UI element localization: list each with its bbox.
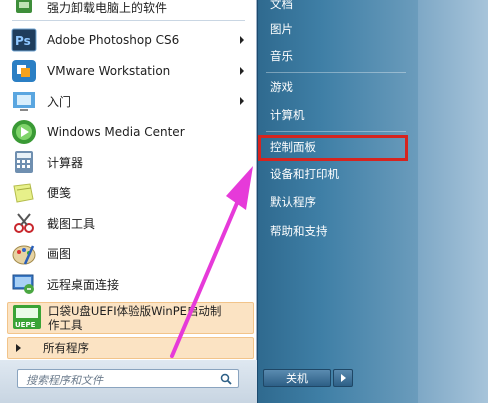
search-area: 搜索程序和文件: [0, 360, 257, 403]
triangle-right-icon: [340, 374, 346, 382]
chevron-right-icon: [240, 66, 244, 75]
snipping-tool-icon: [9, 210, 39, 236]
place-item-help-support[interactable]: 帮助和支持: [270, 221, 328, 241]
shutdown-button[interactable]: 关机: [263, 369, 331, 387]
program-label: 入门: [47, 94, 72, 109]
svg-text:Ps: Ps: [15, 34, 31, 48]
shutdown-label: 关机: [286, 372, 308, 385]
program-item-winpe-tool[interactable]: UEPE 口袋U盘UEFI体验版WinPE启动制 作工具: [7, 302, 254, 334]
search-icon[interactable]: [220, 373, 232, 385]
place-label: 音乐: [270, 49, 293, 63]
all-programs-label: 所有程序: [43, 341, 89, 355]
program-item-photoshop[interactable]: Ps Adobe Photoshop CS6: [4, 25, 253, 56]
program-label-line1: 口袋U盘UEFI体验版WinPE启动制: [48, 304, 222, 318]
place-item-default-programs[interactable]: 默认程序: [270, 192, 316, 212]
uninstall-icon: [9, 0, 39, 20]
program-item-media-center[interactable]: Windows Media Center: [4, 117, 253, 148]
winpe-tool-icon: UEPE: [12, 304, 42, 333]
program-label: 截图工具: [47, 216, 96, 231]
program-label: Adobe Photoshop CS6: [47, 33, 180, 48]
program-label: 口袋U盘UEFI体验版WinPE启动制 作工具: [48, 304, 221, 332]
program-label: 远程桌面连接: [47, 277, 120, 292]
svg-text:UEPE: UEPE: [15, 321, 36, 329]
remote-desktop-icon: [9, 271, 39, 297]
program-item-getting-started[interactable]: 入门: [4, 86, 253, 117]
program-item-calculator[interactable]: 计算器: [4, 147, 253, 178]
place-label: 图片: [270, 22, 293, 36]
program-item-remote-desktop[interactable]: 远程桌面连接: [4, 269, 253, 300]
chevron-right-icon: [240, 36, 244, 45]
program-label: 便笺: [47, 186, 72, 201]
program-label: VMware Workstation: [47, 63, 171, 78]
place-item-documents[interactable]: 文档: [270, 0, 293, 14]
start-menu-programs-pane: 强力卸载电脑上的软件 Ps Adobe Photoshop CS6 VMware…: [0, 0, 257, 403]
program-item-sticky-notes[interactable]: 便笺: [4, 178, 253, 209]
program-label: 计算器: [47, 155, 84, 170]
highlight-box: [258, 135, 408, 161]
place-item-devices-printers[interactable]: 设备和打印机: [270, 164, 339, 184]
paint-icon: [9, 241, 39, 267]
shutdown-options-button[interactable]: [333, 369, 353, 387]
program-label: 画图: [47, 247, 72, 262]
program-label: 强力卸载电脑上的软件: [47, 0, 168, 15]
place-item-music[interactable]: 音乐: [270, 46, 293, 66]
divider: [12, 20, 245, 21]
place-label: 游戏: [270, 80, 293, 94]
place-label: 文档: [270, 0, 293, 11]
place-item-games[interactable]: 游戏: [270, 77, 293, 97]
media-center-icon: [9, 119, 39, 145]
program-item-paint[interactable]: 画图: [4, 239, 253, 270]
program-item-snipping-tool[interactable]: 截图工具: [4, 208, 253, 239]
all-programs-button[interactable]: 所有程序: [7, 337, 254, 359]
pinned-programs-list: 强力卸载电脑上的软件 Ps Adobe Photoshop CS6 VMware…: [4, 0, 253, 300]
program-item-vmware[interactable]: VMware Workstation: [4, 56, 253, 87]
desktop-background: [418, 0, 488, 403]
start-menu-places-pane: 文档 图片 音乐 游戏 计算机 控制面板 设备和打印机 默认程序 帮助和支持: [258, 0, 418, 403]
place-label: 计算机: [270, 108, 305, 122]
chevron-right-icon: [240, 97, 244, 106]
vmware-icon: [9, 58, 39, 84]
program-label-line2: 作工具: [48, 318, 83, 332]
calculator-icon: [9, 149, 39, 175]
divider: [266, 131, 406, 132]
getting-started-icon: [9, 88, 39, 114]
search-placeholder: 搜索程序和文件: [26, 374, 103, 387]
divider: [266, 72, 406, 73]
sticky-notes-icon: [9, 180, 39, 206]
place-item-pictures[interactable]: 图片: [270, 19, 293, 39]
place-item-computer[interactable]: 计算机: [270, 105, 305, 125]
place-label: 帮助和支持: [270, 224, 328, 238]
search-input[interactable]: 搜索程序和文件: [17, 369, 239, 388]
photoshop-icon: Ps: [9, 27, 39, 53]
place-label: 设备和打印机: [270, 167, 339, 181]
place-label: 默认程序: [270, 195, 316, 209]
program-label: Windows Media Center: [47, 124, 185, 139]
triangle-right-icon: [16, 344, 21, 352]
program-item-uninstaller[interactable]: 强力卸载电脑上的软件: [4, 0, 253, 16]
